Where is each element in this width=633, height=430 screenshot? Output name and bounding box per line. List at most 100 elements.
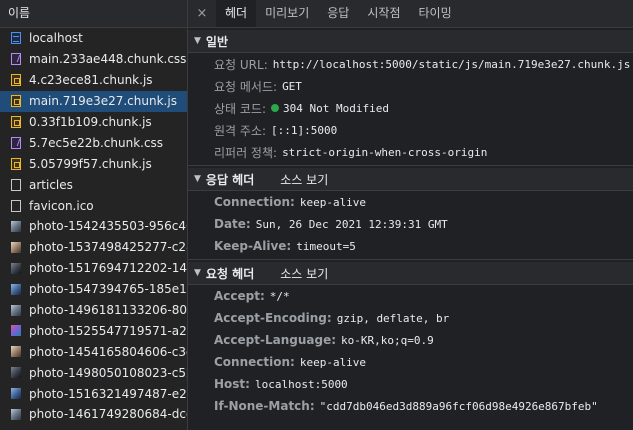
general-section-title: 일반 — [205, 34, 229, 49]
request-list-item[interactable]: main.233ae448.chunk.css — [0, 49, 187, 70]
header-value: gzip, deflate, br — [336, 311, 450, 325]
remote-address-value: [::1]:5000 — [271, 123, 338, 137]
referrer-policy-key: 리퍼러 정책: — [214, 145, 278, 160]
header-row: Keep-Alive: timeout=5 — [188, 235, 633, 257]
tab-response[interactable]: 응답 — [318, 0, 358, 27]
image-thumbnail-icon — [11, 262, 21, 274]
tab-headers[interactable]: 헤더 — [216, 0, 257, 27]
status-code-key: 상태 코드: — [214, 101, 267, 116]
header-row: Accept-Encoding: gzip, deflate, br — [188, 307, 633, 329]
request-url-value: http://localhost:5000/static/js/main.719… — [272, 57, 631, 71]
request-name: 4.c23ece81.chunk.js — [29, 73, 153, 88]
request-list-panel: 이름 localhost main.233ae448.chunk.css 4.c23… — [0, 0, 188, 430]
image-thumbnail-icon — [11, 304, 21, 316]
collapse-triangle-icon: ▼ — [194, 36, 201, 46]
header-value: timeout=5 — [296, 239, 356, 253]
tab-initiator[interactable]: 시작점 — [358, 0, 409, 27]
request-headers-section: ▼ 요청 헤더 소스 보기 Accept: */* Accept-Encoding:… — [188, 260, 633, 419]
request-name: photo-1498050108023-c52... — [29, 365, 187, 380]
header-value: keep-alive — [299, 195, 367, 209]
request-method-value: GET — [282, 79, 302, 93]
name-column-header[interactable]: 이름 — [0, 0, 187, 28]
request-list-item[interactable]: favicon.ico — [0, 195, 187, 216]
request-name: 5.05799f57.chunk.js — [29, 156, 152, 171]
request-name: photo-1516321497487-e28... — [29, 386, 187, 401]
request-name: main.233ae448.chunk.css — [29, 52, 187, 67]
request-name: 0.33f1b109.chunk.js — [29, 115, 152, 129]
request-list-item[interactable]: 4.c23ece81.chunk.js — [0, 70, 187, 91]
header-row: Accept: */* — [188, 285, 633, 307]
status-code-value: 304 Not Modified — [283, 101, 389, 115]
request-name: photo-1496181133206-80c... — [29, 303, 187, 318]
image-thumbnail-icon — [11, 408, 21, 420]
header-value: */* — [269, 289, 290, 303]
request-list-item[interactable]: 5.05799f57.chunk.js — [0, 153, 187, 174]
request-url-row: 요청 URL: http://localhost:5000/static/js/… — [188, 53, 633, 75]
header-value: Sun, 26 Dec 2021 12:39:31 GMT — [255, 217, 448, 231]
request-list-item[interactable]: 5.7ec5e22b.chunk.css — [0, 132, 187, 153]
request-list-item[interactable]: localhost — [0, 28, 187, 49]
header-key: Keep-Alive: — [214, 239, 292, 253]
response-headers-header[interactable]: ▼ 응답 헤더 소스 보기 — [188, 168, 633, 191]
request-name: photo-1525547719571-a2... — [29, 323, 187, 338]
header-value: "cdd7db046ed3d889a96fcf06d98e4926e867bfe… — [319, 399, 598, 413]
general-section: ▼ 일반 요청 URL: http://localhost:5000/stati… — [188, 28, 633, 166]
request-name: main.719e3e27.chunk.js — [29, 94, 177, 109]
remote-address-key: 원격 주소: — [214, 123, 267, 138]
request-headers-header[interactable]: ▼ 요청 헤더 소스 보기 — [188, 262, 633, 285]
image-thumbnail-icon — [11, 367, 21, 379]
header-key: Connection: — [214, 355, 295, 369]
tab-preview[interactable]: 미리보기 — [256, 0, 318, 27]
status-code-row: 상태 코드: 304 Not Modified — [188, 97, 633, 119]
request-header-rows: Accept: */* Accept-Encoding: gzip, deflate,… — [188, 285, 633, 417]
tab-timing[interactable]: 타이밍 — [409, 0, 460, 27]
request-list-item[interactable]: photo-1496181133206-80c... — [0, 300, 187, 321]
header-row: Date: Sun, 26 Dec 2021 12:39:31 GMT — [188, 213, 633, 235]
view-source-link[interactable]: 소스 보기 — [280, 265, 328, 282]
request-list-item[interactable]: photo-1517694712202-14... — [0, 258, 187, 279]
image-thumbnail-icon — [11, 241, 21, 253]
header-row: Host: localhost:5000 — [188, 373, 633, 395]
request-list-item[interactable]: main.719e3e27.chunk.js — [0, 90, 187, 112]
collapse-triangle-icon: ▼ — [194, 268, 201, 278]
header-value: keep-alive — [299, 355, 367, 369]
request-list-item[interactable]: photo-1547394765-185e1e... — [0, 279, 187, 300]
view-source-link[interactable]: 소스 보기 — [280, 171, 328, 188]
request-name: articles — [29, 177, 73, 192]
response-headers-section: ▼ 응답 헤더 소스 보기 Connection: keep-alive Date:… — [188, 166, 633, 260]
collapse-triangle-icon: ▼ — [194, 174, 201, 184]
header-row: Connection: keep-alive — [188, 351, 633, 373]
header-key: Date: — [214, 217, 251, 231]
general-section-header[interactable]: ▼ 일반 — [188, 30, 633, 53]
image-thumbnail-icon — [11, 346, 21, 358]
request-name: photo-1454165804606-c3d... — [29, 344, 187, 359]
blank-file-icon — [11, 199, 21, 212]
request-list-item[interactable]: photo-1525547719571-a2... — [0, 320, 187, 341]
status-dot-icon — [271, 104, 280, 112]
request-list-item[interactable]: articles — [0, 174, 187, 195]
request-list-item[interactable]: 0.33f1b109.chunk.js — [0, 112, 187, 133]
header-key: Accept-Language: — [214, 333, 337, 347]
request-list-item[interactable]: photo-1498050108023-c52... — [0, 362, 187, 383]
request-list-item[interactable]: photo-1537498425277-c28... — [0, 237, 187, 258]
document-icon — [11, 32, 21, 45]
request-list-item[interactable]: photo-1542435503-956c46... — [0, 216, 187, 237]
referrer-policy-value: strict-origin-when-cross-origin — [282, 145, 488, 159]
css-file-icon — [11, 53, 21, 66]
request-url-key: 요청 URL: — [214, 57, 268, 72]
image-thumbnail-icon — [11, 325, 21, 337]
request-name: photo-1542435503-956c46... — [29, 219, 187, 234]
request-details-panel: × 헤더 미리보기 응답 시작점 타이밍 ▼ 일반 요청 URL: http:/… — [188, 0, 633, 430]
header-row: Accept-Language: ko-KR,ko;q=0.9 — [188, 329, 633, 351]
response-header-rows: Connection: keep-alive Date: Sun, 26 Dec 20… — [188, 191, 633, 257]
image-thumbnail-icon — [11, 220, 21, 232]
response-headers-title: 응답 헤더 — [205, 172, 255, 187]
request-list-item[interactable]: photo-1454165804606-c3d... — [0, 341, 187, 362]
close-icon[interactable]: × — [188, 0, 216, 27]
request-name: favicon.ico — [29, 198, 94, 213]
css-file-icon — [11, 136, 21, 149]
header-key: Host: — [214, 377, 250, 391]
request-list-item[interactable]: photo-1516321497487-e28... — [0, 383, 187, 404]
request-list-item[interactable]: photo-1461749280684-dcc... — [0, 404, 187, 425]
request-method-row: 요청 메서드: GET — [188, 75, 633, 97]
